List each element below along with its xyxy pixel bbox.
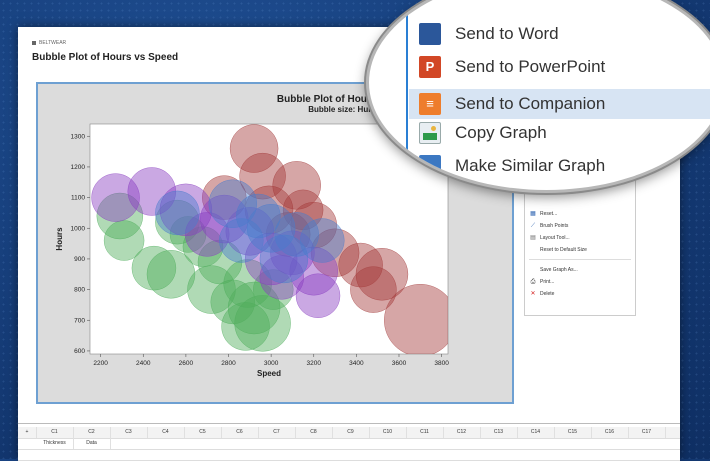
- x-tick-label: 2400: [136, 360, 151, 367]
- bubble-point[interactable]: [384, 284, 456, 356]
- x-tick-label: 3600: [392, 360, 407, 367]
- worksheet: + C1 C2 C3 C4 C5 C6 C7 C8 C9 C10 C11 C12 C13 C14 C15 C16…: [18, 423, 680, 461]
- powerpoint-icon: P: [419, 56, 441, 78]
- context-menu: ▦ Reset... ⟋ Brush Points ▤ Layout Tool... Res…: [524, 176, 636, 316]
- column-header[interactable]: C5: [184, 427, 222, 438]
- x-tick-label: 3000: [264, 360, 279, 367]
- column-header[interactable]: C11: [406, 427, 444, 438]
- x-axis-label: Speed: [257, 369, 281, 378]
- context-menu-item[interactable]: Reset to Default Size: [530, 245, 587, 254]
- y-tick-label: 900: [74, 256, 85, 263]
- y-tick-label: 800: [74, 287, 85, 294]
- x-tick-label: 3800: [434, 360, 449, 367]
- bubble-point[interactable]: [221, 302, 270, 351]
- companion-icon: ≡: [419, 93, 441, 115]
- y-tick-label: 1000: [71, 225, 86, 232]
- column-header[interactable]: C7: [258, 427, 296, 438]
- column-header[interactable]: C4: [147, 427, 185, 438]
- bubble-point[interactable]: [155, 190, 200, 236]
- reset-icon: ▦: [530, 210, 536, 217]
- blank-icon: [530, 267, 536, 273]
- menu-item-label: Send to Companion: [455, 94, 606, 113]
- x-tick-label: 3400: [349, 360, 364, 367]
- y-tick-label: 600: [74, 348, 85, 355]
- column-header[interactable]: C17: [628, 427, 666, 438]
- context-menu-item[interactable]: ▦ Reset...: [530, 209, 557, 218]
- menu-accent-bar: [406, 0, 408, 190]
- app-icon: [32, 40, 36, 45]
- x-tick-label: 2200: [93, 360, 108, 367]
- column-header[interactable]: C9: [332, 427, 370, 438]
- context-menu-item[interactable]: ✕ Delete: [530, 289, 554, 298]
- make-similar-graph-icon: [419, 155, 441, 177]
- bubble-point[interactable]: [259, 234, 309, 284]
- menu-item-label: Send to PowerPoint: [455, 57, 606, 76]
- column-name-cell[interactable]: Data: [73, 438, 111, 449]
- context-menu-item[interactable]: ⟋ Brush Points: [530, 221, 568, 230]
- column-header[interactable]: C10: [369, 427, 407, 438]
- layout-icon: ▤: [530, 234, 536, 241]
- document-title: Bubble Plot of Hours vs Speed: [32, 52, 179, 63]
- delete-icon: ✕: [530, 290, 536, 297]
- y-tick-label: 700: [74, 317, 85, 324]
- menu-item-label: Make Similar Graph: [455, 156, 606, 175]
- brush-icon: ⟋: [530, 222, 536, 229]
- y-tick-label: 1100: [71, 195, 85, 202]
- print-icon: ⎙: [530, 278, 536, 285]
- blank-icon: [530, 247, 536, 253]
- context-menu-item-label: Reset to Default Size: [540, 246, 587, 253]
- menu-item-word[interactable]: Send to Word: [419, 23, 559, 45]
- copy-graph-icon: [419, 122, 441, 144]
- column-header[interactable]: C16: [591, 427, 629, 438]
- menu-separator: [529, 259, 631, 260]
- menu-item-powerpoint[interactable]: P Send to PowerPoint: [419, 56, 605, 78]
- bubble-point[interactable]: [219, 218, 264, 263]
- menu-item-copy-graph[interactable]: Copy Graph: [419, 122, 547, 144]
- y-axis-label: Hours: [55, 227, 64, 251]
- y-tick-label: 1200: [71, 164, 86, 171]
- worksheet-row: [18, 449, 680, 461]
- context-menu-item[interactable]: ⎙ Print...: [530, 277, 555, 286]
- menu-item-label: Copy Graph: [455, 123, 547, 142]
- context-menu-item[interactable]: ▤ Layout Tool...: [530, 233, 570, 242]
- menu-item-make-similar-graph[interactable]: Make Similar Graph: [419, 155, 605, 177]
- context-menu-item-label: Delete: [540, 290, 555, 297]
- column-header[interactable]: C6: [221, 427, 259, 438]
- column-header[interactable]: C12: [443, 427, 481, 438]
- menu-item-label: Send to Word: [455, 24, 559, 43]
- column-header[interactable]: C15: [554, 427, 592, 438]
- column-header[interactable]: C13: [480, 427, 518, 438]
- column-header[interactable]: C14: [517, 427, 555, 438]
- x-tick-label: 3200: [307, 360, 322, 367]
- context-menu-item-label: Layout Tool...: [540, 234, 570, 241]
- window-title: BELTWEAR: [39, 40, 67, 46]
- column-name-cell[interactable]: Thickness: [36, 438, 74, 449]
- y-tick-label: 1300: [71, 133, 86, 140]
- add-column-icon[interactable]: +: [18, 427, 37, 438]
- x-tick-label: 2600: [179, 360, 194, 367]
- column-header[interactable]: C3: [110, 427, 148, 438]
- context-menu-item-label: Brush Points: [540, 222, 569, 229]
- column-header[interactable]: C1: [36, 427, 74, 438]
- context-menu-item-label: Print...: [540, 278, 555, 285]
- x-tick-label: 2800: [221, 360, 236, 367]
- context-menu-item[interactable]: Save Graph As...: [530, 265, 578, 274]
- column-header[interactable]: C2: [73, 427, 111, 438]
- word-icon: [419, 23, 441, 45]
- context-menu-item-label: Reset...: [540, 210, 558, 217]
- menu-item-companion[interactable]: ≡ Send to Companion: [409, 89, 710, 119]
- column-header[interactable]: C8: [295, 427, 333, 438]
- context-menu-item-label: Save Graph As...: [540, 266, 578, 273]
